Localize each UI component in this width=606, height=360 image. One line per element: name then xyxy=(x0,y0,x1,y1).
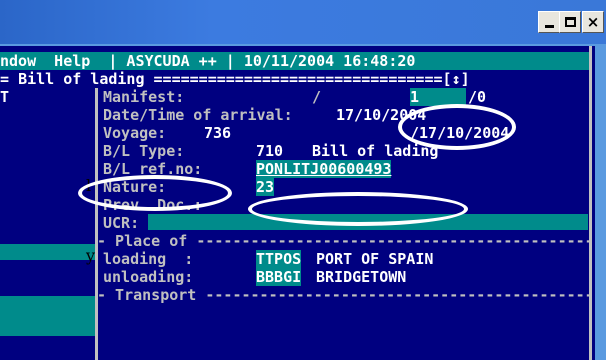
voyage-label: Voyage: xyxy=(103,124,167,142)
form-title: Bill of lading xyxy=(18,70,145,88)
app-name: ASYCUDA ++ xyxy=(117,52,226,70)
close-icon: × xyxy=(586,13,600,31)
arrival-label: Date/Time of arrival: xyxy=(103,106,293,124)
maximize-icon xyxy=(564,17,576,27)
unloading-label: unloading: xyxy=(103,268,194,286)
unloading-code-field[interactable]: BBBGI xyxy=(256,268,302,286)
manifest-number-field[interactable]: 1 xyxy=(410,88,466,106)
manifest-suffix: /0 xyxy=(468,88,487,106)
menu-bar: ndow Help | ASYCUDA ++ | 10/11/2004 16:4… xyxy=(0,52,592,70)
ucr-label: UCR: xyxy=(103,214,140,232)
side-letter-l: l xyxy=(86,176,92,195)
nature-field[interactable]: 23 xyxy=(256,178,275,196)
left-pane-block-2 xyxy=(0,296,95,336)
bl-type-desc: Bill of lading xyxy=(312,142,439,160)
voyage-value[interactable]: 736 xyxy=(204,124,231,142)
close-button[interactable]: × xyxy=(582,11,604,33)
loading-name: PORT OF SPAIN xyxy=(316,250,434,268)
manifest-slash: / xyxy=(312,88,322,106)
bl-ref-label: B/L ref.no: xyxy=(103,160,203,178)
form-title-row: = Bill of lading =======================… xyxy=(0,70,470,88)
bl-ref-field[interactable]: PONLITJ00600493 xyxy=(256,160,392,178)
maximize-button[interactable] xyxy=(559,11,581,33)
transport-header: - Transport ----------------------------… xyxy=(97,286,595,304)
ucr-field[interactable] xyxy=(148,214,588,230)
loading-label: loading : xyxy=(103,250,194,268)
left-pane-block-1 xyxy=(0,244,95,260)
window-titlebar: × xyxy=(0,0,606,44)
scroll-arrows[interactable]: [↕] xyxy=(443,70,470,88)
nature-label: Nature: xyxy=(103,178,167,196)
left-pane-top: T xyxy=(0,88,95,106)
right-border xyxy=(589,46,592,360)
bl-type-code[interactable]: 710 xyxy=(256,142,283,160)
arrival-value[interactable]: 17/10/2004 xyxy=(336,106,426,124)
minimize-icon xyxy=(544,24,554,28)
prev-doc-label: Prev. Doc.: xyxy=(103,196,203,214)
voyage-date: /17/10/2004 xyxy=(410,124,510,142)
asycuda-console: ndow Help | ASYCUDA ++ | 10/11/2004 16:4… xyxy=(0,46,595,360)
menu-items[interactable]: ndow Help xyxy=(0,52,108,70)
loading-code-field[interactable]: TTPOS xyxy=(256,250,302,268)
unloading-name: BRIDGETOWN xyxy=(316,268,407,286)
place-header: - Place of -----------------------------… xyxy=(97,232,595,250)
manifest-label: Manifest: xyxy=(103,88,185,106)
bl-type-label: B/L Type: xyxy=(103,142,185,160)
side-letter-y: y xyxy=(86,246,96,265)
datetime: 10/11/2004 16:48:20 xyxy=(234,52,416,70)
minimize-button[interactable] xyxy=(538,11,560,33)
vertical-separator xyxy=(95,88,98,360)
